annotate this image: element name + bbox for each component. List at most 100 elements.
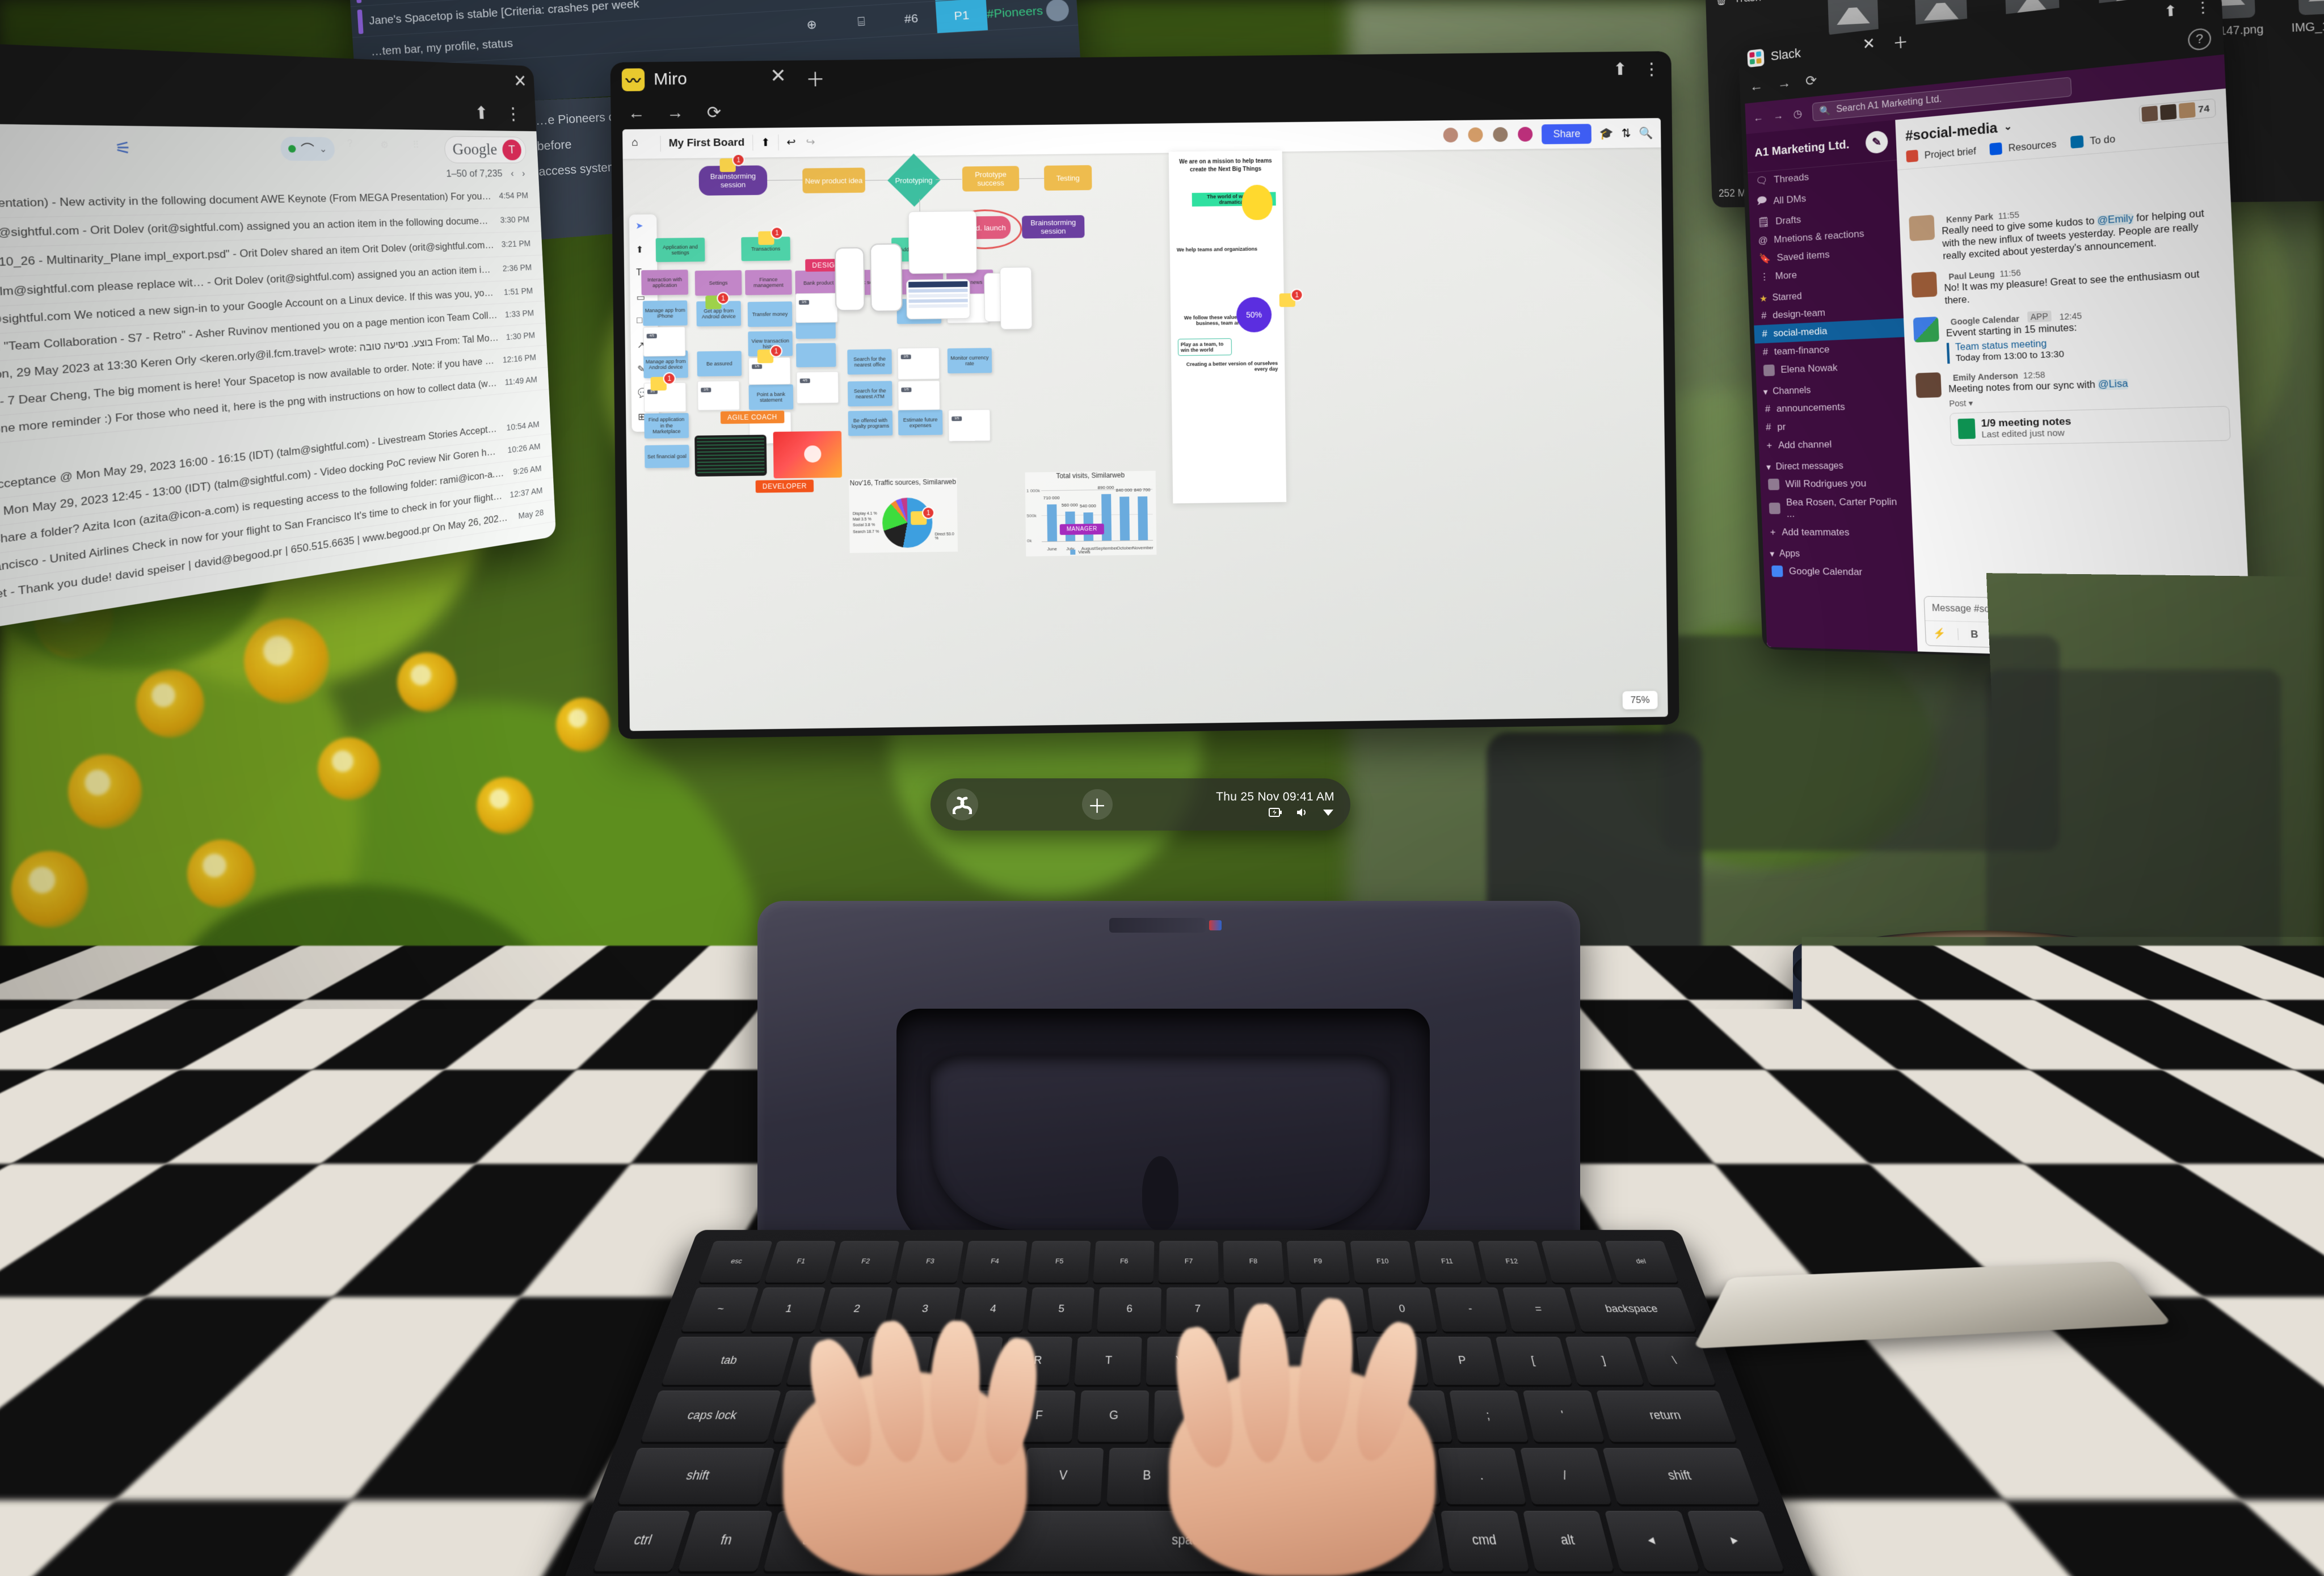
slack-nav-items[interactable]: 🗨 Threads 🗩 All DMs 🗒 Drafts @ Mnetions & react… [1748, 161, 1902, 287]
starred-list[interactable]: # design-team # social-media # team-finance El… [1753, 300, 1906, 380]
add-comment-icon[interactable]: ⊕ [785, 0, 835, 2]
pin-resources[interactable]: Resources [1989, 137, 2057, 155]
story-card[interactable]: 1/5 [898, 380, 940, 410]
key-fn[interactable]: fn [678, 1511, 773, 1571]
key-p[interactable]: P [1426, 1337, 1500, 1384]
key--[interactable]: ◂ [1605, 1511, 1699, 1571]
comment-badge[interactable]: 1 [717, 292, 729, 305]
key--[interactable]: ▸ [1686, 1511, 1784, 1571]
board-name[interactable]: My First Board [669, 137, 745, 150]
lightning-icon[interactable]: ⚡ [1933, 627, 1946, 640]
story-note[interactable]: Manage app from iPhone [643, 300, 688, 326]
miro-home-icon[interactable]: ⌂ [631, 137, 646, 151]
feature-note[interactable]: Interaction with application [641, 269, 688, 295]
comment-badge[interactable]: 1 [922, 507, 934, 519]
story-card[interactable]: 3/5 [795, 293, 838, 323]
key-shift[interactable]: shift [618, 1448, 776, 1503]
ordered-list-icon[interactable]: ⒈ [2051, 629, 2062, 644]
reload-icon[interactable]: ⟳ [704, 103, 724, 122]
cursor-icon[interactable]: ➤ [635, 220, 650, 235]
pin-todo[interactable]: To do [2070, 132, 2116, 149]
blockquote-icon[interactable]: ❝ [2097, 631, 2103, 644]
key-cmd[interactable]: cmd [1441, 1511, 1529, 1571]
share-button[interactable]: Share [1542, 124, 1592, 144]
collaborator-avatar[interactable] [1467, 126, 1484, 143]
sidebar-item-will-rodrigues-you[interactable]: Will Rodrigues you [1760, 474, 1911, 494]
story-card[interactable]: 4/5 [796, 372, 839, 404]
comment-badge[interactable]: 1 [1291, 289, 1303, 301]
apps-grid-icon[interactable]: ⠿ [412, 139, 433, 159]
upload-icon[interactable]: ⬆ [761, 136, 770, 149]
flow-node[interactable]: Brainstorming session [1022, 215, 1085, 238]
channel-list[interactable]: # announcements # pr + Add channel [1757, 396, 1909, 455]
story-note[interactable]: Point a bank statement [748, 385, 793, 410]
key--[interactable]: [ [1495, 1337, 1572, 1384]
kebab-menu-icon[interactable]: ⋮ [2194, 0, 2211, 18]
miro-canvas[interactable]: ⌂ My First Board ⬆ ↩ ↪ Share 🎓 ⇅ 🔍 ➤ ⬆ T… [622, 118, 1668, 731]
arrow-left-icon[interactable]: ← [1753, 111, 1763, 124]
flow-node[interactable]: Testing [1044, 165, 1092, 191]
key-f11[interactable]: F11 [1414, 1241, 1481, 1283]
close-icon[interactable]: ✕ [513, 71, 527, 91]
collaborator-avatar[interactable] [1492, 126, 1509, 143]
story-note[interactable]: Search for the nearest ATM [848, 381, 892, 406]
kebab-menu-icon[interactable]: ⋮ [1643, 59, 1660, 79]
sidebar-item-trash[interactable]: 🗑 Trash [1712, 0, 1803, 11]
epic-note[interactable]: Application and settings [656, 238, 705, 262]
key--[interactable]: ' [1522, 1390, 1605, 1442]
app-item-google-calendar[interactable]: Google Calendar [1763, 562, 1914, 583]
message-composer[interactable]: Message #social-media ⚡ B I S 🔗 ⒈ ☰ ❝ [1923, 596, 2242, 655]
collaborator-avatar[interactable] [1517, 125, 1534, 142]
story-note[interactable]: Be assured [697, 351, 742, 377]
file-item[interactable]: IMG_148.png [2287, 0, 2324, 35]
chevron-left-icon[interactable]: ‹ [511, 168, 514, 179]
subtask-icon[interactable]: ⌸ [836, 14, 886, 31]
apps-section-header[interactable]: ▾ Apps [1763, 541, 1914, 563]
kebab-menu-icon[interactable]: ⋮ [504, 104, 523, 124]
slack-sidebar[interactable]: A1 Marketing Ltd. ✎ 🗨 Threads 🗩 All DMs 🗒 Dra… [1745, 89, 1917, 652]
comment-badge[interactable]: 1 [770, 345, 782, 357]
avatar[interactable] [1911, 272, 1937, 298]
key-shift[interactable]: shift [1602, 1448, 1760, 1503]
story-note[interactable]: Search for the nearest office [847, 349, 892, 374]
keyboard-function-row[interactable]: esc F1 F2 F3 F4 F5 F6 F7 F8 F9 F10 F11 F12 del [699, 1241, 1678, 1283]
add-window-button[interactable]: ＋ [1082, 789, 1113, 820]
feature-note[interactable]: Finance management [745, 269, 792, 295]
google-calendar-icon[interactable] [1913, 317, 1939, 343]
key-4[interactable]: 4 [958, 1287, 1028, 1331]
arrow-left-icon[interactable]: ← [626, 103, 646, 123]
sidebar-item-add-channel[interactable]: + Add channel [1758, 433, 1909, 455]
key-f4[interactable]: F4 [962, 1241, 1027, 1283]
story-note[interactable] [796, 343, 836, 368]
chevron-right-icon[interactable]: › [522, 168, 525, 179]
reload-icon[interactable]: ⟳ [1805, 71, 1817, 89]
flow-node[interactable]: Prototype success [962, 166, 1020, 191]
ar-glasses-icon[interactable] [1321, 807, 1334, 819]
battery-charging-icon[interactable] [1269, 807, 1282, 819]
story-note[interactable]: Transfer money [748, 301, 793, 327]
miro-window[interactable]: 〰 Miro ✕ ＋ ⬆ ⋮ ← → ⟳ ⌂ My First Board ⬆ [610, 51, 1679, 739]
plus-icon[interactable]: ＋ [1892, 30, 1909, 53]
story-note[interactable]: Set financial goal [645, 445, 689, 468]
google-account-chip[interactable]: Google T [444, 136, 527, 163]
clock-icon[interactable]: ◷ [1793, 107, 1802, 120]
comment-badge[interactable]: 1 [663, 372, 676, 385]
task-tag[interactable]: #Pioneers [987, 4, 1038, 21]
arrow-right-icon[interactable]: → [1773, 109, 1784, 122]
upload-icon[interactable]: ⬆ [636, 244, 651, 259]
chevron-down-icon[interactable]: ⌄ [2003, 120, 2013, 133]
input-tools-icon[interactable]: ⚟ [114, 137, 132, 158]
keyboard-number-row[interactable]: ~1234567890-=backspace [681, 1287, 1696, 1331]
story-note[interactable]: Find application in the Marketplace [644, 413, 689, 439]
key-6[interactable]: 6 [1097, 1287, 1161, 1331]
key--[interactable]: ] [1565, 1337, 1644, 1384]
key-f6[interactable]: F6 [1093, 1241, 1154, 1283]
key-f7[interactable]: F7 [1159, 1241, 1219, 1283]
key-1[interactable]: 1 [750, 1287, 826, 1331]
key-f12[interactable]: F12 [1477, 1241, 1547, 1283]
arrow-right-icon[interactable]: → [666, 103, 685, 123]
key-ctrl[interactable]: ctrl [593, 1511, 691, 1571]
key-7[interactable]: 7 [1166, 1287, 1230, 1331]
key-esc[interactable]: esc [699, 1241, 773, 1283]
key--[interactable]: ~ [681, 1287, 759, 1331]
